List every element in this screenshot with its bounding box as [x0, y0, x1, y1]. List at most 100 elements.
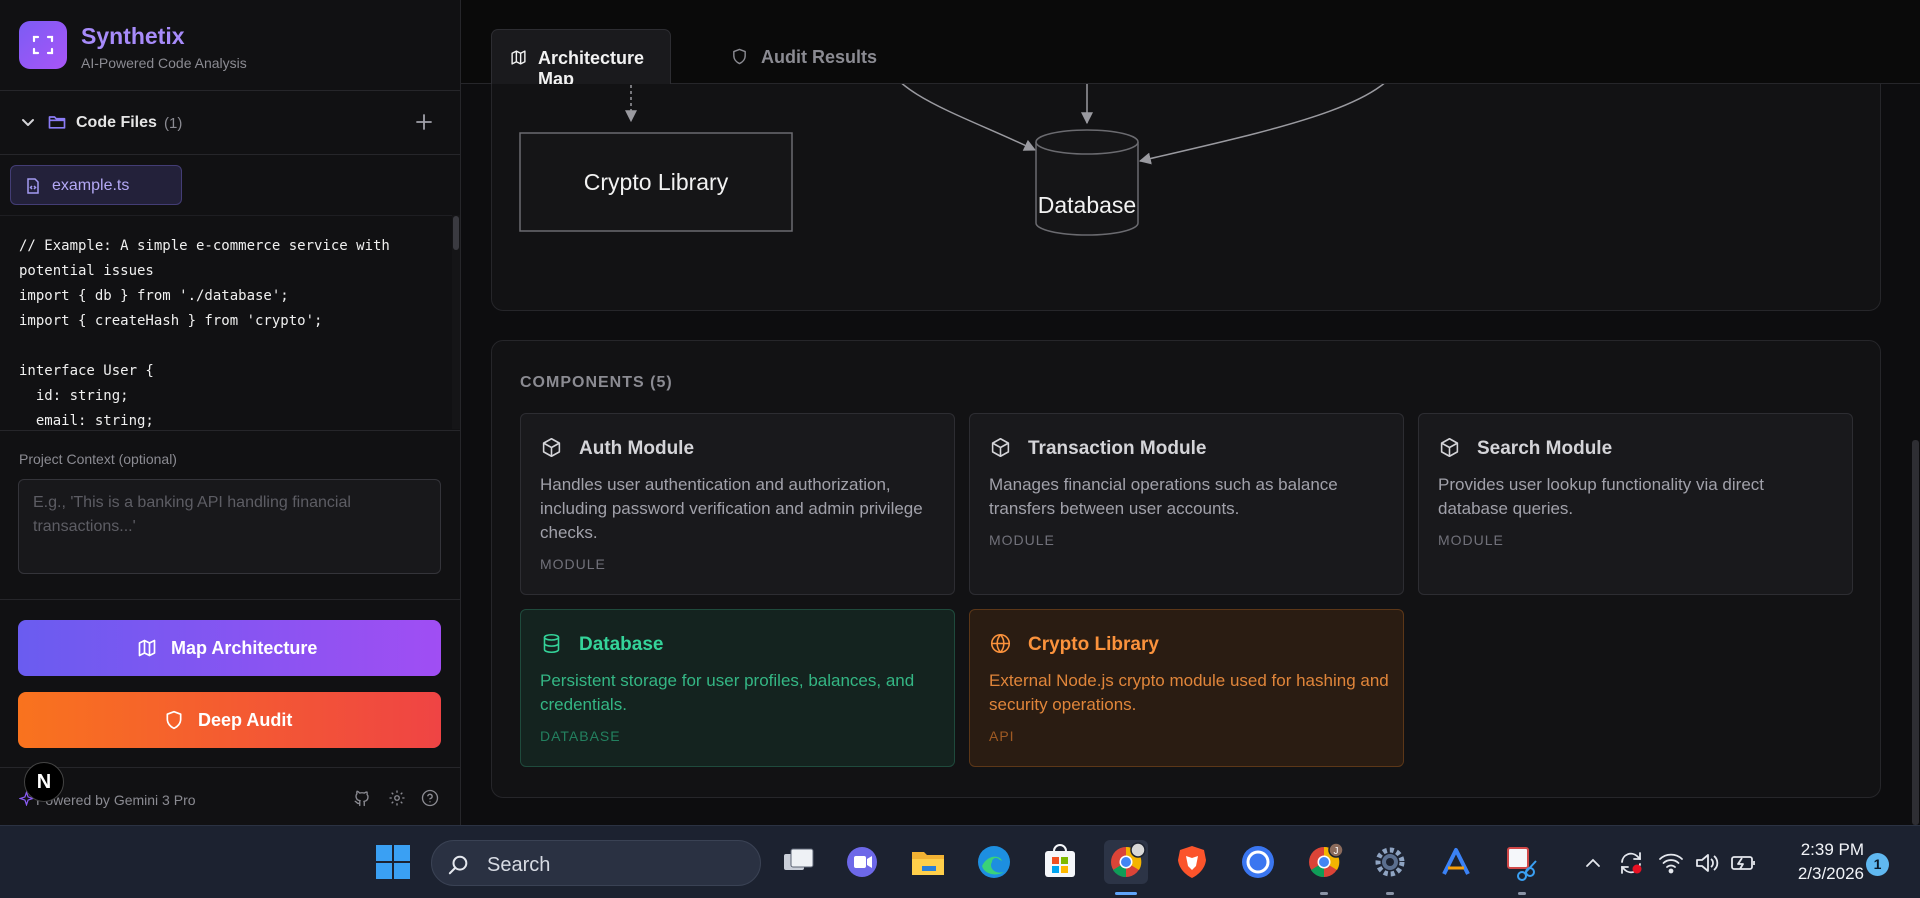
add-file-button[interactable]: [412, 110, 436, 134]
components-title: COMPONENTS (5): [520, 374, 673, 391]
project-context-input[interactable]: [18, 479, 441, 574]
main-scrollbar-thumb[interactable]: [1912, 440, 1919, 825]
cube-icon: [1440, 437, 1459, 458]
gear-icon[interactable]: [388, 789, 406, 807]
cube-icon: [542, 437, 561, 458]
volume-icon[interactable]: [1694, 850, 1720, 876]
edge-browser-icon[interactable]: [972, 840, 1016, 884]
project-context-label: Project Context (optional): [19, 451, 177, 467]
settings-icon[interactable]: [1368, 840, 1412, 884]
component-name: Auth Module: [579, 438, 695, 459]
main-panel: Architecture Map Audit Results Crypto Li…: [461, 0, 1920, 825]
code-line: import { db } from './database';: [19, 288, 289, 304]
scan-frame-icon: [32, 35, 54, 55]
tab-architecture-map[interactable]: Architecture Map: [491, 29, 671, 89]
deep-audit-button[interactable]: Deep Audit: [18, 692, 441, 748]
edge-right-to-database: [1138, 84, 1385, 165]
help-icon[interactable]: [421, 789, 439, 807]
component-card-database[interactable]: Database Persistent storage for user pro…: [520, 609, 955, 767]
component-description: Provides user lookup functionality via d…: [1438, 475, 1764, 518]
sync-icon[interactable]: [1618, 850, 1644, 876]
search-icon: [448, 855, 468, 875]
chrome-icon-active[interactable]: [1104, 840, 1148, 884]
sidebar: Synthetix AI-Powered Code Analysis Code …: [0, 0, 461, 825]
component-description: Persistent storage for user profiles, ba…: [540, 671, 915, 714]
component-type: DATABASE: [540, 728, 621, 744]
component-name: Transaction Module: [1028, 438, 1207, 459]
cube-icon: [991, 437, 1010, 458]
chevron-up-icon[interactable]: [1584, 854, 1602, 872]
tab-label: Audit Results: [761, 47, 878, 67]
component-type: API: [989, 728, 1015, 744]
app-window: Synthetix AI-Powered Code Analysis Code …: [0, 0, 1920, 825]
notification-badge[interactable]: 1: [1866, 853, 1889, 876]
code-files-header[interactable]: Code Files (1): [0, 91, 460, 155]
component-description: External Node.js crypto module used for …: [989, 671, 1389, 714]
component-type: MODULE: [540, 556, 606, 572]
map-architecture-button[interactable]: Map Architecture: [18, 620, 441, 676]
microsoft-store-icon[interactable]: [1038, 840, 1082, 884]
component-description: Handles user authentication and authoriz…: [540, 475, 923, 542]
signal-icon[interactable]: [1236, 840, 1280, 884]
file-explorer-icon[interactable]: [906, 840, 950, 884]
component-name: Search Module: [1477, 438, 1613, 459]
chevron-down-icon[interactable]: [20, 114, 36, 130]
app-title: Synthetix: [81, 23, 185, 49]
taskbar-search[interactable]: Search: [431, 840, 761, 886]
taskbar: Search J 2:39 PM 2/3/2026 1: [0, 825, 1920, 898]
clock-time[interactable]: 2:39 PM: [1788, 840, 1864, 860]
code-line: interface User {: [19, 363, 154, 379]
nextjs-dev-badge[interactable]: N: [24, 762, 64, 802]
component-description: Manages financial operations such as bal…: [989, 475, 1338, 518]
component-card-transaction-module[interactable]: Transaction Module Manages financial ope…: [969, 413, 1404, 595]
sidebar-footer: Powered by Gemini 3 Pro: [0, 767, 460, 825]
code-files-title: Code Files: [76, 114, 157, 131]
code-files-count: (1): [164, 115, 183, 132]
teams-chat-icon[interactable]: [840, 840, 884, 884]
code-line: email: string;: [19, 413, 154, 429]
taskbar-running-indicator: [1386, 892, 1394, 895]
map-icon: [511, 50, 526, 65]
component-card-auth-module[interactable]: Auth Module Handles user authentication …: [520, 413, 955, 595]
deep-audit-label: Deep Audit: [198, 710, 293, 730]
arc-app-icon[interactable]: [1434, 840, 1478, 884]
map-architecture-label: Map Architecture: [171, 638, 318, 658]
file-code-icon: [27, 178, 39, 194]
component-type: MODULE: [989, 532, 1055, 548]
component-name: Crypto Library: [1028, 634, 1159, 655]
taskbar-running-indicator: [1518, 892, 1526, 895]
architecture-diagram: Crypto Library Database: [491, 84, 1881, 311]
folder-icon: [48, 116, 66, 129]
tab-audit-results[interactable]: Audit Results: [731, 29, 891, 84]
task-view-icon[interactable]: [776, 840, 820, 884]
node-label: Crypto Library: [584, 169, 729, 195]
powered-by-text: Powered by Gemini 3 Pro: [36, 792, 196, 808]
app-logo: [19, 21, 67, 69]
code-line: import { createHash } from 'crypto';: [19, 313, 323, 329]
edge-left-to-database: [901, 84, 1037, 151]
code-line: potential issues: [19, 263, 154, 279]
brave-browser-icon[interactable]: [1170, 840, 1214, 884]
profile-badge: J: [1334, 846, 1339, 857]
code-scrollbar-thumb[interactable]: [453, 216, 459, 250]
taskbar-running-indicator: [1115, 892, 1137, 895]
windows-start-icon[interactable]: [371, 840, 415, 884]
chrome-profile-icon[interactable]: J: [1302, 840, 1346, 884]
file-tab-label: example.ts: [52, 177, 130, 194]
component-card-crypto-library[interactable]: Crypto Library External Node.js crypto m…: [969, 609, 1404, 767]
github-icon[interactable]: [353, 789, 371, 807]
clock-date[interactable]: 2/3/2026: [1780, 864, 1864, 884]
file-tab-example-ts[interactable]: example.ts: [10, 165, 182, 205]
database-icon: [543, 633, 560, 654]
battery-charging-icon[interactable]: [1730, 850, 1758, 876]
code-line: // Example: A simple e-commerce service …: [19, 238, 390, 254]
component-name: Database: [579, 634, 664, 655]
app-subtitle: AI-Powered Code Analysis: [81, 55, 247, 71]
wifi-icon[interactable]: [1658, 850, 1684, 876]
component-card-search-module[interactable]: Search Module Provides user lookup funct…: [1418, 413, 1853, 595]
project-context-section: Project Context (optional): [0, 430, 460, 600]
code-editor[interactable]: // Example: A simple e-commerce service …: [0, 215, 452, 429]
view-tabs: Architecture Map Audit Results: [461, 0, 1920, 89]
node-database: [1035, 129, 1139, 236]
snipping-tool-icon[interactable]: [1500, 840, 1544, 884]
